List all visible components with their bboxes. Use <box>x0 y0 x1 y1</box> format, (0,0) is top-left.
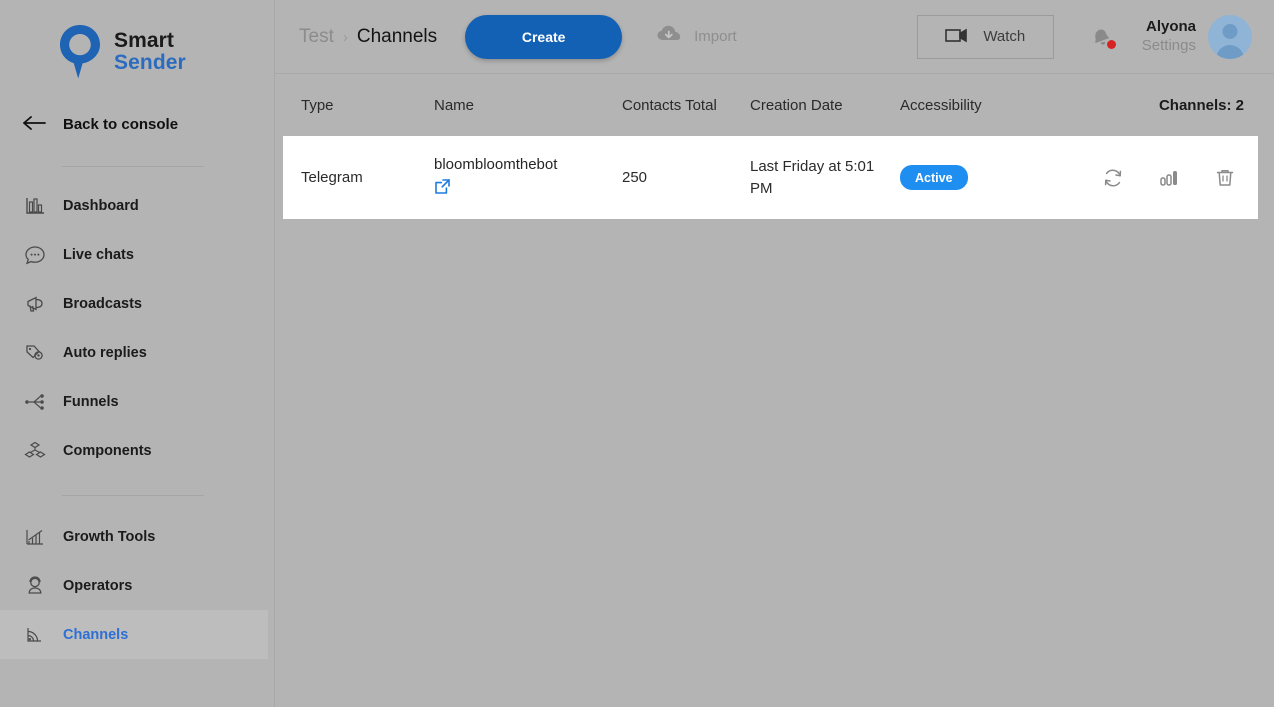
import-label: Import <box>694 28 737 45</box>
sidebar-item-label: Auto replies <box>63 344 147 361</box>
column-header-creation-date: Creation Date <box>750 96 843 114</box>
statistics-icon[interactable] <box>1158 167 1180 189</box>
table-header-row: Type Name Contacts Total Creation Date A… <box>275 74 1266 136</box>
avatar[interactable] <box>1208 14 1252 59</box>
cell-accessibility: Active <box>900 165 1102 190</box>
sidebar-item-channels[interactable]: Channels <box>0 610 268 659</box>
sidebar-item-dashboard[interactable]: Dashboard <box>0 181 268 230</box>
growth-chart-icon <box>20 525 50 549</box>
user-name: Alyona <box>1145 17 1196 35</box>
sidebar-item-auto-replies[interactable]: Auto replies <box>0 328 268 377</box>
sidebar-item-label: Components <box>63 442 152 459</box>
blocks-icon <box>20 439 50 463</box>
brand-name-line1: Smart <box>114 28 175 52</box>
channels-table: Type Name Contacts Total Creation Date A… <box>275 74 1274 219</box>
sidebar-item-label: Live chats <box>63 246 134 263</box>
megaphone-icon <box>20 292 50 316</box>
column-header-contacts: Contacts Total <box>622 96 717 114</box>
notifications-button[interactable] <box>1090 25 1116 49</box>
top-bar: Test › Channels Create Import Watch Alyo… <box>275 0 1274 74</box>
headset-user-icon <box>20 574 50 598</box>
cell-creation-date: Last Friday at 5:01 PM <box>750 157 875 197</box>
sidebar-item-components[interactable]: Components <box>0 426 268 475</box>
column-header-name: Name <box>434 96 475 114</box>
brand-name: Smart Sender <box>114 28 186 74</box>
bar-chart-icon <box>20 194 50 218</box>
brand-name-line2: Sender <box>114 51 186 74</box>
sidebar-item-label: Channels <box>63 626 129 643</box>
cell-actions <box>1102 167 1236 189</box>
create-button[interactable]: Create <box>465 14 623 59</box>
import-button[interactable]: Import <box>656 24 737 49</box>
column-header-type: Type <box>301 96 334 114</box>
cloud-download-icon <box>656 24 682 49</box>
status-badge: Active <box>900 165 968 190</box>
user-name-block: Alyona Settings <box>1142 18 1196 56</box>
user-settings-link[interactable]: Settings <box>1142 37 1196 56</box>
chat-bubble-icon <box>20 243 50 267</box>
back-to-console-button[interactable]: Back to console <box>0 104 274 144</box>
sidebar-item-label: Funnels <box>63 393 119 410</box>
sidebar-item-funnels[interactable]: Funnels <box>0 377 268 426</box>
sidebar-item-live-chats[interactable]: Live chats <box>0 230 268 279</box>
table-row[interactable]: Telegram bloombloomthebot 250 Last Frida… <box>283 136 1258 219</box>
sidebar-divider-bottom <box>62 495 204 496</box>
user-avatar-icon-body <box>1216 44 1244 59</box>
top-bar-right: Watch Alyona Settings <box>916 14 1252 59</box>
user-menu[interactable]: Alyona Settings <box>1142 14 1252 59</box>
main-content: Test › Channels Create Import Watch Alyo… <box>275 0 1274 707</box>
sidebar-item-label: Growth Tools <box>63 528 156 545</box>
sitemap-icon <box>20 390 50 414</box>
breadcrumb-current: Channels <box>356 25 438 47</box>
smart-sender-pin-logo-icon <box>58 23 102 81</box>
sidebar-item-label: Broadcasts <box>63 295 142 312</box>
sidebar-item-label: Dashboard <box>63 197 139 214</box>
sidebar-item-operators[interactable]: Operators <box>0 561 268 610</box>
trash-icon[interactable] <box>1214 167 1236 189</box>
watch-button[interactable]: Watch <box>916 14 1054 59</box>
sidebar-nav-secondary: Growth Tools Operators Channels <box>0 512 274 659</box>
tag-gear-icon <box>20 341 50 365</box>
sidebar-item-growth-tools[interactable]: Growth Tools <box>0 512 268 561</box>
chevron-right-icon: › <box>342 28 348 46</box>
app-root: Smart Sender Back to console Dashboard L… <box>0 0 1274 707</box>
external-link-icon[interactable] <box>434 178 622 199</box>
cell-contacts-total: 250 <box>622 169 648 186</box>
back-to-console-label: Back to console <box>63 115 179 133</box>
arrow-left-icon <box>20 114 50 134</box>
channel-name-text: bloombloomthebot <box>434 156 558 174</box>
video-camera-icon <box>945 27 969 46</box>
notification-badge-dot <box>1106 39 1116 49</box>
sidebar-item-label: Operators <box>63 577 133 594</box>
cell-name: bloombloomthebot <box>434 156 622 199</box>
channels-count-label: Channels: 2 <box>1158 96 1244 114</box>
sidebar-item-broadcasts[interactable]: Broadcasts <box>0 279 268 328</box>
sidebar-nav-primary: Dashboard Live chats Broadcasts Auto rep… <box>0 181 274 475</box>
cell-type: Telegram <box>301 169 363 186</box>
refresh-icon[interactable] <box>1102 167 1124 189</box>
breadcrumb: Test › Channels <box>299 26 437 48</box>
sidebar: Smart Sender Back to console Dashboard L… <box>0 0 275 707</box>
column-header-accessibility: Accessibility <box>900 96 982 114</box>
user-avatar-icon-head <box>1222 23 1238 39</box>
brand-logo[interactable]: Smart Sender <box>0 0 274 82</box>
breadcrumb-parent[interactable]: Test <box>299 26 334 48</box>
watch-label: Watch <box>983 28 1026 45</box>
rss-signal-icon <box>20 623 50 647</box>
sidebar-divider-top <box>62 166 204 167</box>
